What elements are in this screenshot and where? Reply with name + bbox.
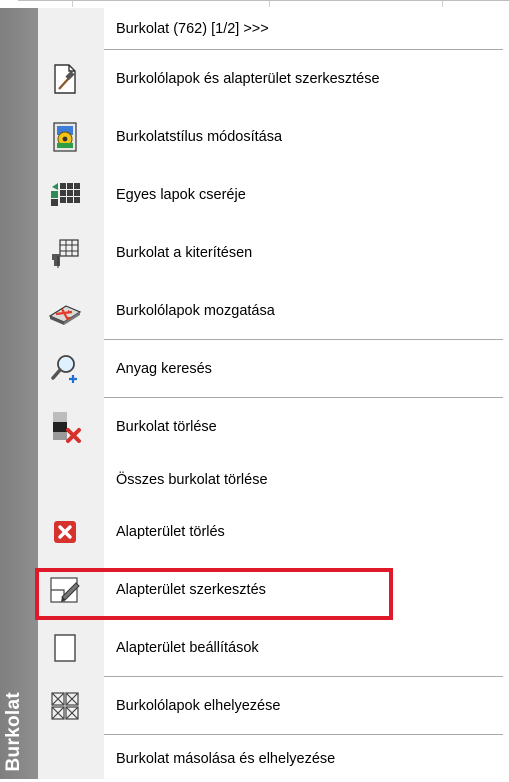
- menu-item-place-tiles[interactable]: Burkolólapok elhelyezése: [38, 677, 509, 735]
- menu-item-label: Alapterület törlés: [116, 524, 225, 540]
- panel-side-stripe: Burkolat: [0, 8, 38, 779]
- menu-item-label: Burkolat törlése: [116, 419, 217, 435]
- menu-item-label: Burkolólapok mozgatása: [116, 303, 275, 319]
- menu-item-move-tiles[interactable]: Burkolólapok mozgatása: [38, 282, 509, 340]
- menu-item-delete-area[interactable]: Alapterület törlés: [38, 503, 509, 561]
- style-icon: [53, 122, 77, 152]
- menu-item-label: Burkolatstílus módosítása: [116, 129, 283, 145]
- menu-item-copy-and-place-tiling[interactable]: Burkolat másolása és elhelyezése: [38, 735, 509, 782]
- menu-item-replace-tiles[interactable]: Egyes lapok cseréje: [38, 166, 509, 224]
- panel-title: Burkolat: [3, 691, 24, 771]
- delete-area-icon: [54, 521, 76, 543]
- menu-item-label: Anyag keresés: [116, 361, 212, 377]
- delete-tiling-icon: [53, 412, 81, 443]
- menu-item-burkolat-header[interactable]: Burkolat (762) [1/2] >>>: [38, 8, 509, 50]
- grid-unfold-icon: [52, 239, 79, 268]
- menu-item-modify-style[interactable]: Burkolatstílus módosítása: [38, 108, 509, 166]
- context-menu: Burkolat (762) [1/2] >>> Burkolólapok és…: [38, 8, 509, 782]
- menu-item-label: Egyes lapok cseréje: [116, 187, 246, 203]
- menu-item-label: Burkolólapok elhelyezése: [116, 698, 281, 714]
- edit-area-icon: [50, 577, 80, 603]
- menu-item-label: Burkolat a kiterítésen: [116, 245, 253, 261]
- place-tiles-icon: [51, 692, 79, 720]
- move-tiles-icon: [48, 305, 82, 325]
- menu-item-delete-tiling[interactable]: Burkolat törlése: [38, 398, 509, 456]
- edit-hammer-icon: [54, 64, 76, 94]
- top-tick: [269, 1, 270, 7]
- area-settings-icon: [54, 634, 76, 662]
- tile-replace-icon: [51, 183, 80, 206]
- menu-item-delete-all-tiling[interactable]: Összes burkolat törlése: [38, 456, 509, 503]
- menu-item-label: Alapterület szerkesztés: [116, 582, 266, 598]
- menu-item-label: Burkolat (762) [1/2] >>>: [116, 21, 269, 37]
- menu-item-edit-tiles-and-area[interactable]: Burkolólapok és alapterület szerkesztése: [38, 50, 509, 108]
- top-border: [18, 0, 509, 7]
- menu-item-label: Burkolat másolása és elhelyezése: [116, 750, 336, 767]
- menu-item-material-search[interactable]: Anyag keresés: [38, 340, 509, 398]
- menu-item-edit-area[interactable]: Alapterület szerkesztés: [38, 561, 509, 619]
- menu-item-tiling-on-unfold[interactable]: Burkolat a kiterítésen: [38, 224, 509, 282]
- search-material-icon: [51, 355, 77, 383]
- top-tick: [442, 1, 443, 7]
- menu-item-label: Alapterület beállítások: [116, 640, 259, 656]
- menu-item-label: Burkolólapok és alapterület szerkesztése: [116, 71, 380, 87]
- menu-item-label: Összes burkolat törlése: [116, 471, 268, 488]
- menu-item-area-settings[interactable]: Alapterület beállítások: [38, 619, 509, 677]
- top-tick: [72, 1, 73, 7]
